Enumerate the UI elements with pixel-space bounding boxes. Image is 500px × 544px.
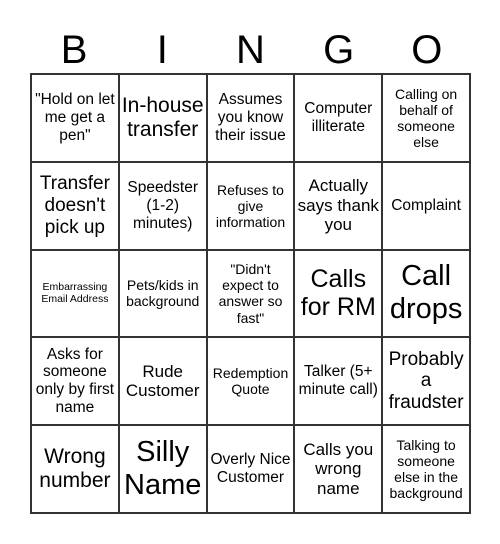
header-letter-o: O — [411, 28, 443, 72]
bingo-cell[interactable]: "Hold on let me get a pen" — [31, 74, 119, 162]
bingo-cell[interactable]: Pets/kids in background — [118, 249, 207, 338]
bingo-cell[interactable]: Calls you wrong name — [294, 425, 383, 513]
header-letter-b: B — [60, 28, 88, 72]
bingo-cell[interactable]: Probably a fraudster — [382, 337, 470, 426]
bingo-cell[interactable]: Call drops — [382, 249, 470, 338]
bingo-cell[interactable]: Silly Name — [118, 425, 207, 513]
bingo-cell[interactable]: Asks for someone only by first name — [31, 337, 119, 426]
bingo-cell[interactable]: Wrong number — [31, 425, 119, 513]
bingo-cell[interactable]: "Didn't expect to answer so fast" — [206, 249, 295, 338]
header-letter-g: G — [323, 28, 355, 72]
bingo-cell[interactable]: Transfer doesn't pick up — [31, 161, 119, 250]
bingo-cell[interactable]: Actually says thank you — [294, 161, 383, 250]
bingo-cell[interactable]: Calls for RM — [294, 249, 383, 338]
bingo-cell[interactable]: Complaint — [382, 161, 470, 250]
bingo-header: B I N G O — [30, 28, 471, 72]
bingo-cell[interactable]: Calling on behalf of someone else — [382, 74, 470, 162]
bingo-cell[interactable]: Speedster (1-2) minutes) — [118, 161, 207, 250]
header-letter-i: I — [156, 28, 168, 72]
bingo-cell[interactable]: Embarrassing Email Address — [31, 249, 119, 338]
bingo-cell[interactable]: Computer illiterate — [294, 74, 383, 162]
header-letter-n: N — [236, 28, 265, 72]
bingo-cell[interactable]: Talker (5+ minute call) — [294, 337, 383, 426]
bingo-cell[interactable]: Assumes you know their issue — [206, 74, 295, 162]
bingo-cell[interactable]: In-house transfer — [118, 74, 207, 162]
bingo-cell[interactable]: Talking to someone else in the backgroun… — [382, 425, 470, 513]
bingo-cell[interactable]: Redemption Quote — [206, 337, 295, 426]
bingo-cell[interactable]: Overly Nice Customer — [206, 425, 295, 513]
bingo-card-grid: "Hold on let me get a pen" In-house tran… — [30, 73, 471, 514]
bingo-cell[interactable]: Refuses to give information — [206, 161, 295, 250]
bingo-cell[interactable]: Rude Customer — [118, 337, 207, 426]
